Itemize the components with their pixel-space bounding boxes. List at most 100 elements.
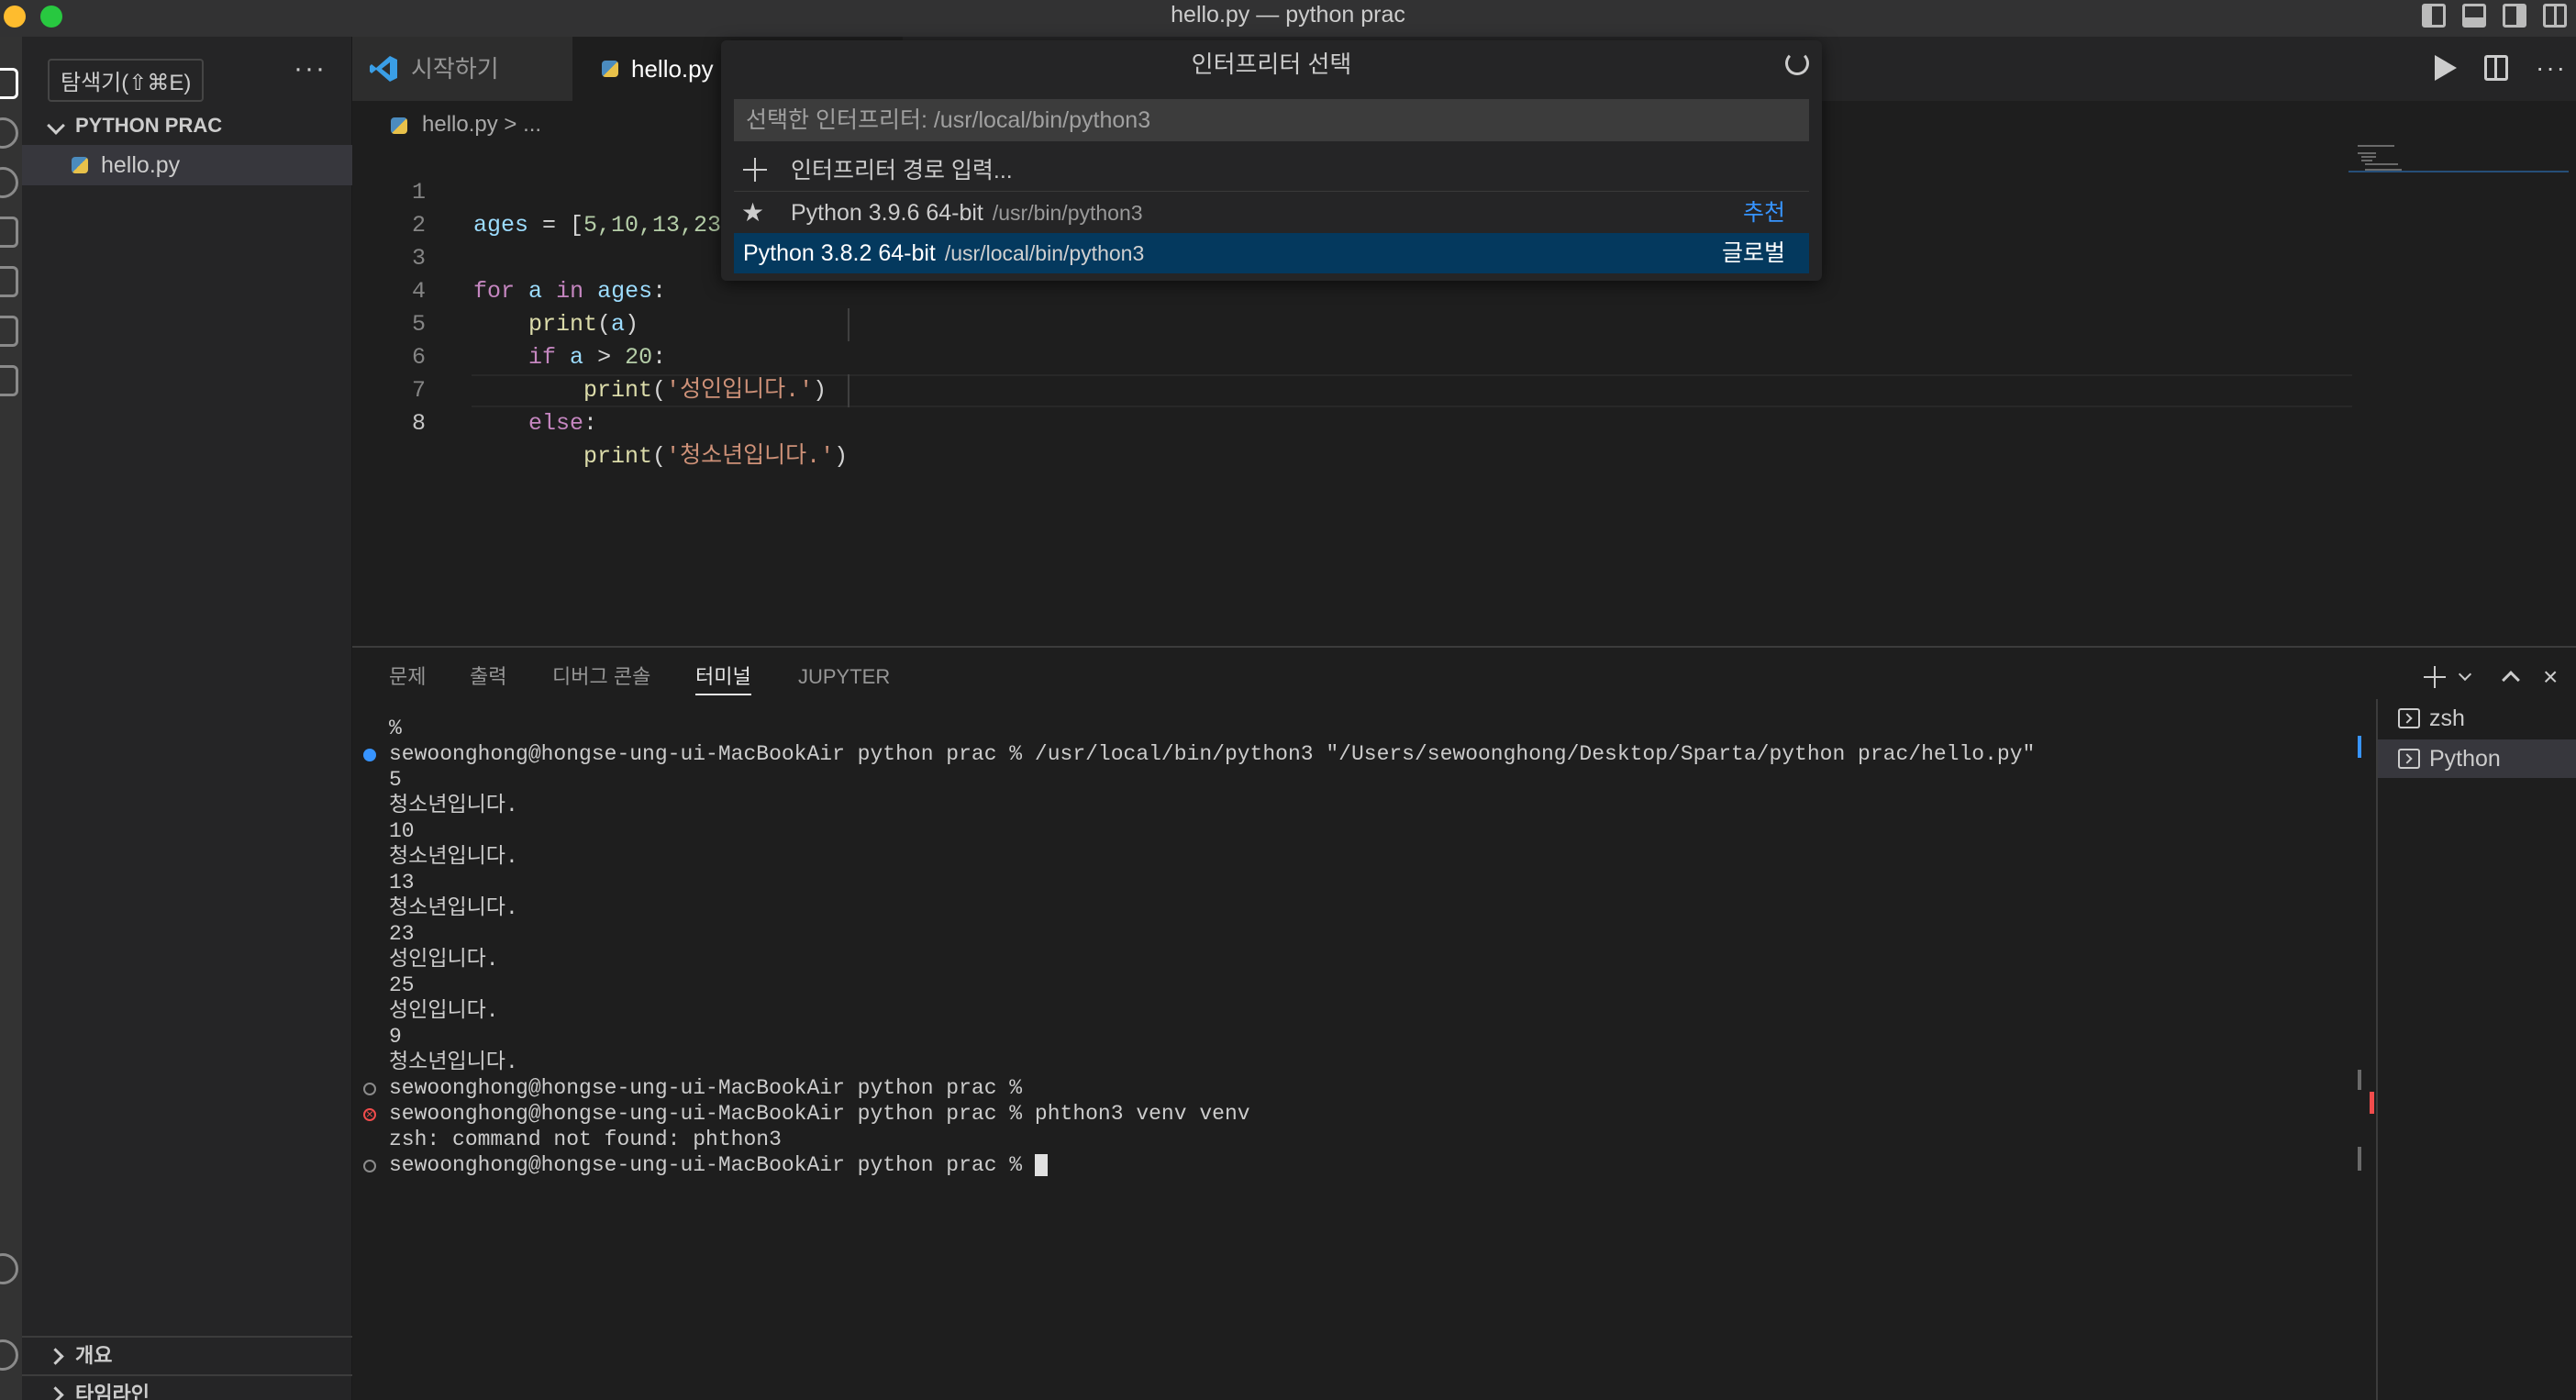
terminal-icon <box>2398 749 2420 769</box>
terminal-line: 청소년입니다. <box>389 1050 518 1074</box>
activity-bar <box>0 37 22 1400</box>
outline-label: 개요 <box>75 1344 113 1367</box>
interpreter-search-input[interactable] <box>734 99 1809 141</box>
item-path: /usr/bin/python3 <box>992 201 1143 225</box>
terminal-item-python[interactable]: Python <box>2378 739 2576 778</box>
command-decoration-icon[interactable] <box>363 1083 376 1095</box>
more-actions-icon[interactable]: ··· <box>2536 53 2567 83</box>
global-badge: 글로벌 <box>1721 240 1785 266</box>
chevron-right-icon <box>47 1348 64 1365</box>
explorer-tooltip: 탐색기(⇧⌘E) <box>48 59 205 102</box>
terminal-line: sewoonghong@hongse-ung-ui-MacBookAir pyt… <box>363 741 2576 767</box>
recommended-badge: 추천 <box>1742 200 1785 226</box>
workspace-name: PYTHON PRAC <box>75 114 223 137</box>
breadcrumb-rest[interactable]: > ... <box>504 112 541 137</box>
terminal-line: 청소년입니다. <box>389 794 518 817</box>
terminal-line: 9 <box>389 1025 402 1049</box>
line-number: 8 <box>411 410 426 437</box>
vscode-icon <box>370 56 397 82</box>
interpreter-quick-pick: 인터프리터 선택 인터프리터 경로 입력... ★ Python 3.9.6 6… <box>721 40 1822 281</box>
close-panel-icon[interactable]: × <box>2543 664 2558 690</box>
quick-pick-title: 인터프리터 선택 <box>1191 50 1352 78</box>
terminal-list: zsh Python <box>2376 699 2576 1400</box>
run-debug-icon[interactable] <box>0 217 18 248</box>
chevron-right-icon <box>47 1386 64 1400</box>
chevron-down-icon[interactable] <box>2458 667 2472 682</box>
separator <box>734 191 1809 192</box>
tab-welcome[interactable]: 시작하기 <box>352 37 572 101</box>
workspace-section-header[interactable]: PYTHON PRAC <box>22 108 352 143</box>
new-terminal-icon[interactable] <box>2424 666 2446 688</box>
command-error-icon[interactable] <box>363 1103 376 1128</box>
breadcrumb-file[interactable]: hello.py <box>422 112 498 137</box>
panel-actions: × <box>2424 662 2570 694</box>
terminal-line: sewoonghong@hongse-ung-ui-MacBookAir pyt… <box>363 1101 2576 1128</box>
terminal-line: 청소년입니다. <box>389 896 518 920</box>
terminal-line: 성인입니다. <box>389 999 499 1023</box>
code-line: 7 else: <box>352 341 2352 437</box>
terminal-line: 청소년입니다. <box>389 845 518 869</box>
file-item-hello-py[interactable]: hello.py <box>22 145 352 185</box>
toggle-secondary-sidebar-icon[interactable] <box>2503 4 2526 28</box>
tab-debug-console[interactable]: 디버그 콘솔 <box>552 661 650 694</box>
gear-icon[interactable] <box>0 1339 18 1371</box>
item-label: Python 3.8.2 64-bit <box>743 240 936 266</box>
search-icon[interactable] <box>0 117 18 149</box>
minimap[interactable] <box>2348 143 2569 646</box>
tab-problems[interactable]: 문제 <box>389 661 426 694</box>
command-decoration-icon[interactable] <box>363 1160 376 1172</box>
plus-icon <box>743 158 767 182</box>
terminal-line: sewoonghong@hongse-ung-ui-MacBookAir pyt… <box>363 1152 2576 1178</box>
tab-label: 시작하기 <box>411 55 499 83</box>
interpreter-item-python-382[interactable]: Python 3.8.2 64-bit/usr/local/bin/python… <box>734 233 1809 273</box>
enter-interpreter-path-item[interactable]: 인터프리터 경로 입력... <box>734 150 1809 191</box>
maximize-panel-icon[interactable] <box>2502 671 2520 689</box>
layout-controls <box>2422 4 2567 28</box>
item-label: Python 3.9.6 64-bit <box>791 200 983 226</box>
timeline-label: 타임라인 <box>75 1383 150 1400</box>
source-control-icon[interactable] <box>0 167 18 198</box>
terminal-item-zsh[interactable]: zsh <box>2378 699 2576 738</box>
terminal-line: % <box>389 717 402 740</box>
terminal-name: Python <box>2429 746 2501 772</box>
terminal-line: 10 <box>389 819 415 843</box>
extensions-icon[interactable] <box>0 266 18 297</box>
python-file-icon <box>391 117 407 134</box>
toggle-sidebar-icon[interactable] <box>2422 4 2446 28</box>
error-marker <box>2370 1092 2374 1114</box>
python-file-icon <box>602 61 618 77</box>
refresh-icon[interactable] <box>1785 51 1809 75</box>
account-icon[interactable] <box>0 1253 18 1284</box>
terminal-line: 23 <box>389 922 415 946</box>
remote-explorer-icon[interactable] <box>0 365 18 396</box>
customize-layout-icon[interactable] <box>2543 4 2567 28</box>
terminal-line: 5 <box>389 768 402 792</box>
terminal-scrollbar[interactable] <box>2358 648 2361 1400</box>
timeline-section-header[interactable]: 타임라인 <box>22 1374 352 1400</box>
tab-terminal[interactable]: 터미널 <box>695 661 751 695</box>
terminal-output[interactable]: % sewoonghong@hongse-ung-ui-MacBookAir py… <box>363 716 2576 1178</box>
split-editor-icon[interactable] <box>2484 55 2509 81</box>
command-success-icon[interactable] <box>363 749 376 761</box>
run-python-icon[interactable] <box>2435 55 2458 81</box>
tab-output[interactable]: 출력 <box>470 661 506 694</box>
file-name: hello.py <box>101 152 181 178</box>
terminal-line: zsh: command not found: phthon3 <box>389 1128 782 1151</box>
python-file-icon <box>72 157 88 173</box>
explorer-sidebar: 탐색기(⇧⌘E) ··· PYTHON PRAC hello.py 개요 타임라… <box>22 37 352 1400</box>
terminal-name: zsh <box>2429 706 2465 731</box>
outline-section-header[interactable]: 개요 <box>22 1336 352 1372</box>
terminal-icon <box>2398 708 2420 728</box>
tab-jupyter[interactable]: JUPYTER <box>798 661 890 694</box>
explorer-icon[interactable] <box>0 68 18 99</box>
more-actions-icon[interactable]: ··· <box>294 53 327 84</box>
terminal-cursor <box>1034 1153 1048 1176</box>
bottom-panel: 문제 출력 디버그 콘솔 터미널 JUPYTER × % sewoonghong@… <box>352 646 2576 1400</box>
title-bar: hello.py — python prac <box>0 0 2576 37</box>
terminal-line: sewoonghong@hongse-ung-ui-MacBookAir pyt… <box>363 1075 2576 1101</box>
toggle-panel-icon[interactable] <box>2462 4 2486 28</box>
testing-icon[interactable] <box>0 316 18 347</box>
interpreter-item-python-396[interactable]: ★ Python 3.9.6 64-bit/usr/bin/python3 추천 <box>734 193 1809 233</box>
star-icon: ★ <box>741 198 765 227</box>
window-title: hello.py — python prac <box>1171 2 1405 28</box>
